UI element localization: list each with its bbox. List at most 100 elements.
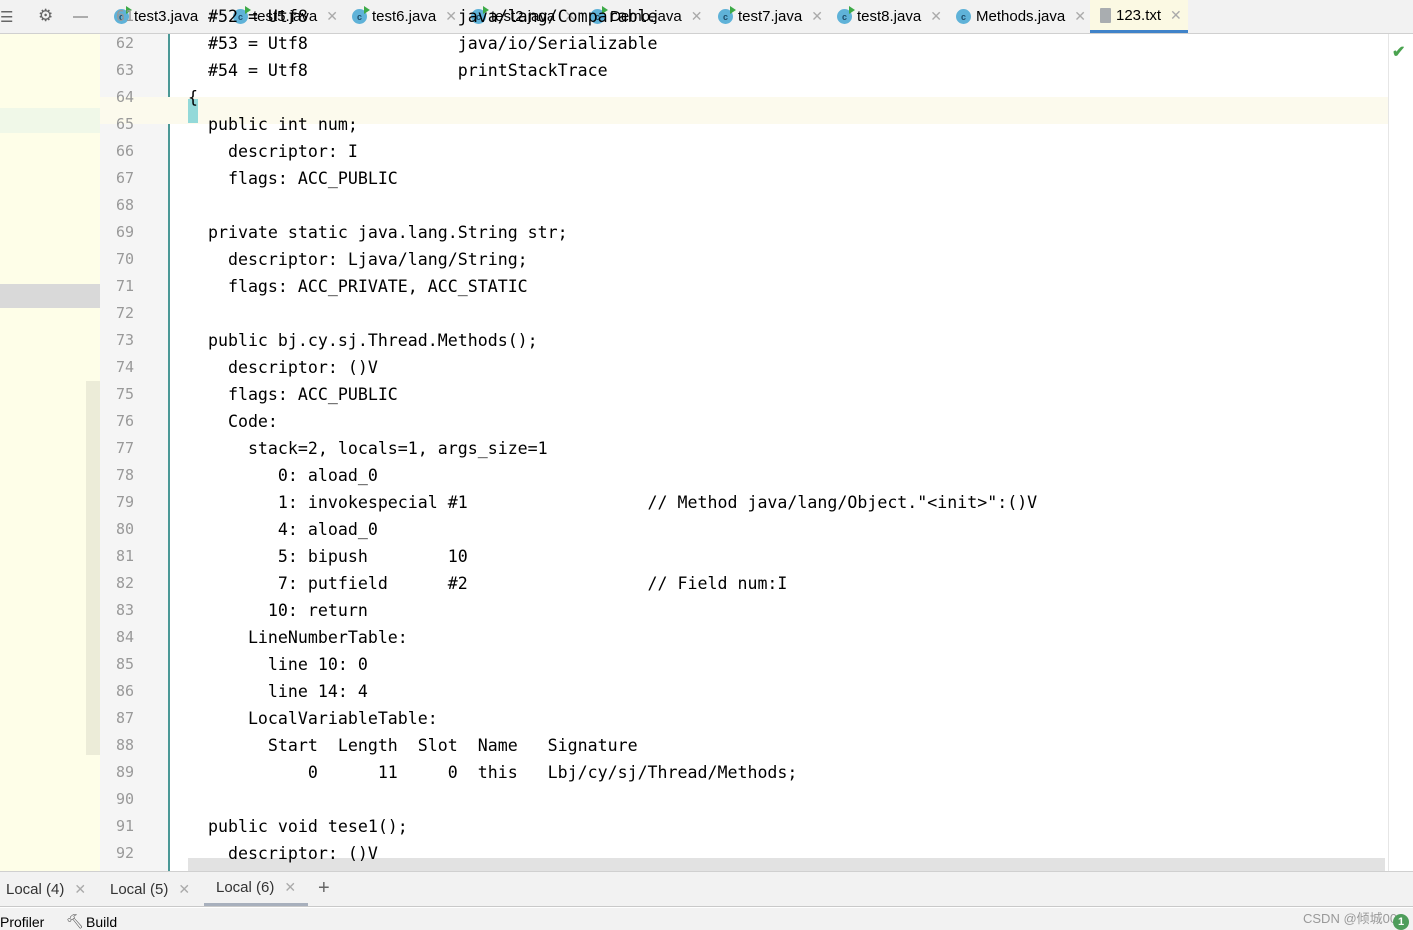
scrollbar[interactable] — [86, 381, 100, 755]
code-line[interactable]: flags: ACC_PUBLIC — [188, 165, 398, 192]
tab-label: Methods.java — [976, 8, 1066, 25]
code-line[interactable]: #52 = Utf8 java/lang/Comparable — [188, 3, 658, 30]
code-line[interactable]: descriptor: Ljava/lang/String; — [188, 246, 528, 273]
terminal-tab[interactable]: Local (5) ✕ — [104, 872, 196, 906]
code-line[interactable]: descriptor: ()V — [188, 354, 378, 381]
close-icon[interactable]: ✕ — [811, 8, 823, 25]
tab-test8-java[interactable]: c test8.java ✕ — [827, 0, 948, 33]
code-line[interactable]: #53 = Utf8 java/io/Serializable — [188, 30, 658, 57]
code-line[interactable]: 1: invokespecial #1 // Method java/lang/… — [188, 489, 1037, 516]
line-number: 77 — [115, 439, 134, 457]
line-number: 62 — [115, 34, 134, 52]
selected-node[interactable] — [0, 284, 100, 308]
profiler-tool-button[interactable]: Profiler — [0, 914, 44, 930]
code-line[interactable]: public void tese1(); — [188, 813, 408, 840]
line-number: 61 — [115, 7, 134, 25]
code-line[interactable]: line 14: 4 — [188, 678, 368, 705]
build-tool-button[interactable]: Build — [86, 914, 117, 930]
line-number: 68 — [115, 196, 134, 214]
line-number: 63 — [115, 61, 134, 79]
line-number: 84 — [115, 628, 134, 646]
code-line[interactable]: stack=2, locals=1, args_size=1 — [188, 435, 548, 462]
notification-badge[interactable]: 1 — [1393, 914, 1409, 930]
code-line[interactable]: Code: — [188, 408, 278, 435]
terminal-tab[interactable]: Local (6) ✕ — [204, 872, 309, 906]
line-number: 80 — [115, 520, 134, 538]
tab-test7-java[interactable]: c test7.java ✕ — [708, 0, 829, 33]
tab-123-txt[interactable]: 123.txt ✕ — [1090, 0, 1188, 33]
code-line[interactable]: public bj.cy.sj.Thread.Methods(); — [188, 327, 538, 354]
terminal-tab-label: Local (5) — [110, 880, 169, 898]
tab-label: test7.java — [738, 8, 803, 25]
tab-label: 123.txt — [1116, 6, 1162, 24]
code-line[interactable]: Start Length Slot Name Signature — [188, 732, 638, 759]
line-number: 82 — [115, 574, 134, 592]
terminal-tab-label: Local (6) — [216, 879, 275, 896]
line-number: 70 — [115, 250, 134, 268]
close-icon[interactable]: ✕ — [284, 879, 296, 896]
code-line[interactable]: 0: aload_0 — [188, 462, 378, 489]
line-number: 79 — [115, 493, 134, 511]
close-icon[interactable]: ✕ — [74, 881, 86, 898]
java-class-runnable-icon: c — [718, 6, 736, 24]
line-number: 64 — [115, 88, 134, 106]
line-number: 65 — [115, 115, 134, 133]
collapse-icon[interactable]: ☰ — [0, 8, 13, 26]
terminal-tab[interactable]: Local (4) ✕ — [0, 872, 92, 906]
code-line[interactable]: private static java.lang.String str; — [188, 219, 568, 246]
code-line[interactable]: { — [188, 84, 198, 111]
code-line[interactable]: 4: aload_0 — [188, 516, 378, 543]
line-number: 69 — [115, 223, 134, 241]
status-bar: Profiler 🔨︎ Build CSDN @倾城00 1 — [0, 908, 1413, 930]
hammer-icon: 🔨︎ — [66, 913, 84, 929]
minimize-icon[interactable]: — — [73, 8, 88, 25]
code-line[interactable]: 0 11 0 this Lbj/cy/sj/Thread/Methods; — [188, 759, 798, 786]
add-tab-icon[interactable]: + — [318, 877, 330, 900]
line-number: 81 — [115, 547, 134, 565]
line-number: 89 — [115, 763, 134, 781]
close-icon[interactable]: ✕ — [178, 881, 190, 898]
line-number: 92 — [115, 844, 134, 862]
close-icon[interactable]: ✕ — [1074, 8, 1086, 25]
code-line[interactable]: flags: ACC_PRIVATE, ACC_STATIC — [188, 273, 528, 300]
code-line[interactable]: descriptor: ()V — [188, 840, 378, 867]
watermark: CSDN @倾城00 — [1303, 911, 1398, 926]
line-number: 83 — [115, 601, 134, 619]
line-number: 73 — [115, 331, 134, 349]
editor-right-stripe: ✔ — [1388, 34, 1413, 871]
code-line[interactable]: 10: return — [188, 597, 368, 624]
line-number: 90 — [115, 790, 134, 808]
line-number: 72 — [115, 304, 134, 322]
close-icon[interactable]: ✕ — [691, 8, 703, 25]
close-icon[interactable]: ✕ — [1170, 7, 1182, 24]
line-number: 85 — [115, 655, 134, 673]
code-line[interactable]: LocalVariableTable: — [188, 705, 438, 732]
line-number: 67 — [115, 169, 134, 187]
terminal-tab-label: Local (4) — [6, 880, 65, 898]
code-line[interactable]: descriptor: I — [188, 138, 358, 165]
line-number: 75 — [115, 385, 134, 403]
text-file-icon — [1100, 7, 1111, 23]
code-line[interactable]: 5: bipush 10 — [188, 543, 468, 570]
code-line[interactable]: public int num; — [188, 111, 358, 138]
line-number: 66 — [115, 142, 134, 160]
tab-methods-java[interactable]: c Methods.java ✕ — [946, 0, 1092, 33]
line-number: 91 — [115, 817, 134, 835]
code-line[interactable]: LineNumberTable: — [188, 624, 408, 651]
project-panel — [0, 34, 100, 871]
code-line[interactable]: flags: ACC_PUBLIC — [188, 381, 398, 408]
close-icon[interactable]: ✕ — [930, 8, 942, 25]
code-line[interactable]: line 10: 0 — [188, 651, 368, 678]
line-number: 87 — [115, 709, 134, 727]
java-class-runnable-icon: c — [837, 6, 855, 24]
code-line[interactable]: #54 = Utf8 printStackTrace — [188, 57, 608, 84]
line-number: 86 — [115, 682, 134, 700]
code-line[interactable]: 7: putfield #2 // Field num:I — [188, 570, 788, 597]
gear-icon[interactable]: ⚙ — [38, 6, 53, 26]
line-number: 71 — [115, 277, 134, 295]
java-class-icon: c — [956, 9, 971, 24]
line-number: 78 — [115, 466, 134, 484]
inspection-ok-icon[interactable]: ✔ — [1392, 42, 1405, 62]
tab-label: test8.java — [857, 8, 922, 25]
line-number: 74 — [115, 358, 134, 376]
